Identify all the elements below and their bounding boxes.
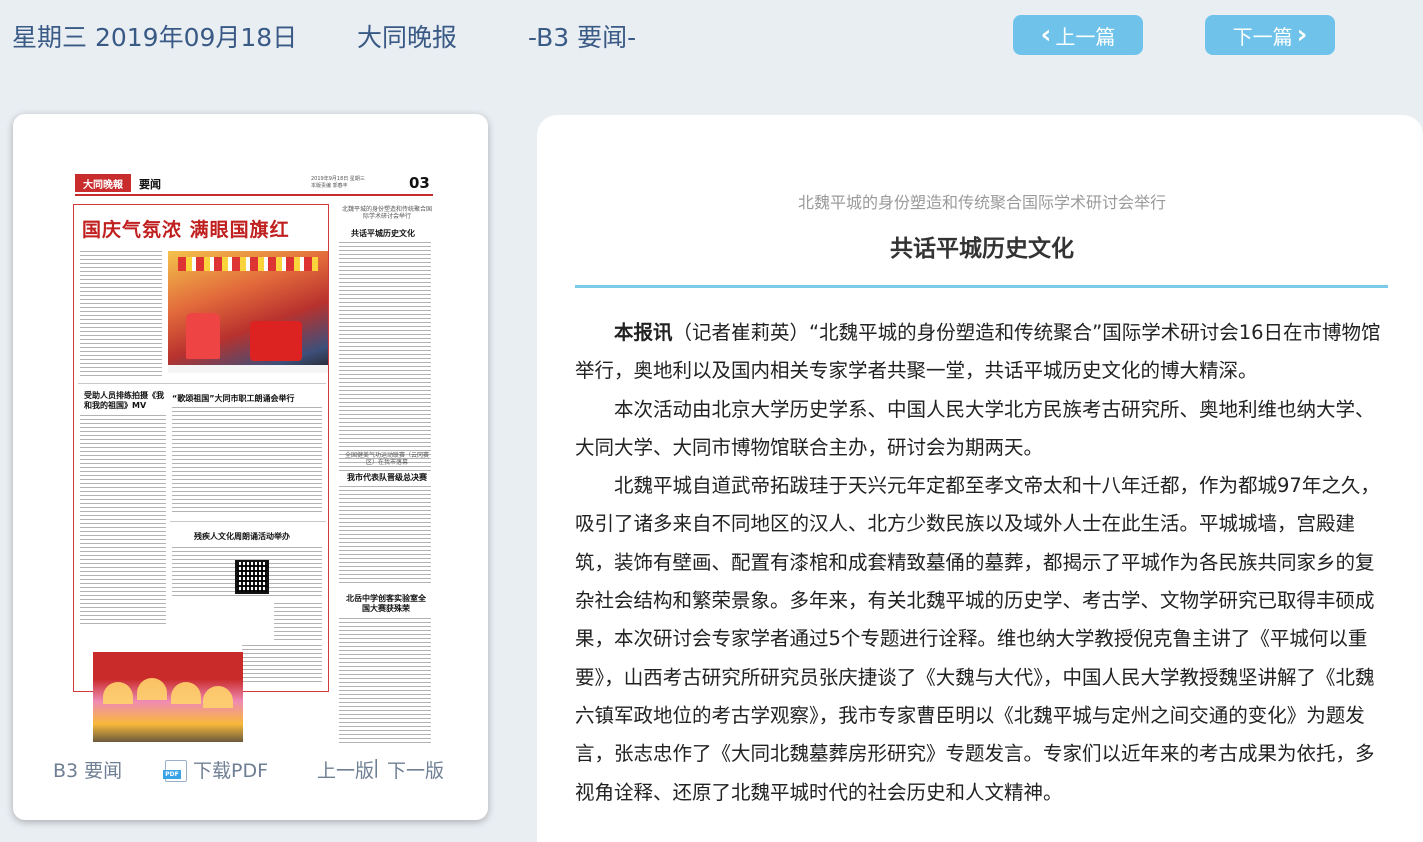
story-heading: “歌颂祖国”大同市职工朗诵会举行 bbox=[172, 394, 295, 403]
text-block bbox=[339, 486, 431, 586]
chevron-right-icon: › bbox=[1296, 20, 1308, 50]
thumbnail-section: 要闻 bbox=[139, 178, 161, 191]
top-bar: 星期三 2019年09月18日 大同晚报 -B3 要闻- ‹ 上一篇 下一篇 › bbox=[0, 0, 1423, 72]
story-heading: 北岳中学创客实验室全国大赛获殊荣 bbox=[346, 594, 426, 613]
story-kicker: 北魏平城的身份塑造和传统聚合国际学术研讨会举行 bbox=[341, 206, 432, 220]
article-title: 共话平城历史文化 bbox=[890, 236, 1074, 262]
link-separator: | bbox=[373, 756, 380, 778]
fan-dance-photo bbox=[93, 652, 243, 742]
text-block bbox=[172, 407, 322, 515]
chevron-left-icon: ‹ bbox=[1040, 20, 1052, 50]
story-heading: 共话平城历史文化 bbox=[351, 229, 415, 238]
previous-article-label: 上一篇 bbox=[1055, 24, 1116, 49]
previous-edition-link[interactable]: 上一版 bbox=[317, 756, 374, 783]
text-block bbox=[242, 645, 322, 685]
previous-article-button[interactable]: ‹ 上一篇 bbox=[1013, 15, 1143, 55]
thumbnail-page-number: 03 bbox=[409, 174, 430, 192]
download-pdf-link[interactable]: 下载PDF bbox=[193, 756, 268, 783]
title-divider bbox=[575, 285, 1388, 288]
text-block bbox=[80, 415, 166, 625]
side-column: 北魏平城的身份塑造和传统聚合国际学术研讨会举行 共话平城历史文化 全国健美气功运… bbox=[337, 204, 433, 744]
page-preview-footer: B3 要闻 PDF 下载PDF 上一版 | 下一版 bbox=[13, 754, 488, 788]
text-block bbox=[339, 618, 431, 744]
section-label: -B3 要闻- bbox=[528, 23, 637, 52]
qr-code-icon bbox=[235, 560, 269, 594]
next-edition-link[interactable]: 下一版 bbox=[387, 756, 444, 783]
newspaper-logo: 大同晚報 bbox=[75, 174, 131, 192]
masthead-rule bbox=[75, 194, 433, 196]
article-paragraph: 本报讯（记者崔莉英）“北魏平城的身份塑造和传统聚合”国际学术研讨会16日在市博物… bbox=[575, 321, 1381, 383]
thumbnail-headline: 国庆气氛浓 满眼国旗红 bbox=[82, 219, 290, 241]
text-block bbox=[274, 603, 322, 643]
issue-date: 星期三 2019年09月18日 bbox=[12, 23, 298, 52]
next-article-label: 下一篇 bbox=[1232, 24, 1293, 49]
article-paragraph: 本次活动由北京大学历史学系、中国人民大学北方民族考古研究所、奥地利维也纳大学、大… bbox=[575, 397, 1375, 459]
page-preview-card: 大同晚報 要闻 2019年9月18日 星期三 本版责编 郭春丰 03 国庆气氛浓… bbox=[13, 114, 488, 820]
article-body: 本报讯（记者崔莉英）“北魏平城的身份塑造和传统聚合”国际学术研讨会16日在市博物… bbox=[575, 314, 1390, 812]
section-link[interactable]: B3 要闻 bbox=[53, 756, 122, 783]
page-thumbnail[interactable]: 大同晚報 要闻 2019年9月18日 星期三 本版责编 郭春丰 03 国庆气氛浓… bbox=[57, 164, 441, 744]
text-block bbox=[80, 251, 162, 377]
paper-name: 大同晚报 bbox=[357, 23, 458, 52]
pdf-icon: PDF bbox=[163, 760, 187, 782]
thumbnail-masthead: 大同晚報 要闻 2019年9月18日 星期三 本版责编 郭春丰 03 bbox=[75, 174, 433, 194]
next-article-button[interactable]: 下一篇 › bbox=[1205, 15, 1335, 55]
story-heading: 受助人员排练拍摄《我和我的祖国》MV bbox=[84, 391, 164, 410]
flag-shop-photo bbox=[168, 251, 328, 373]
article-subtitle: 北魏平城的身份塑造和传统聚合国际学术研讨会举行 bbox=[797, 193, 1166, 212]
thumbnail-editor: 本版责编 郭春丰 bbox=[311, 183, 348, 189]
main-story-frame: 国庆气氛浓 满眼国旗红 受助人员排练拍摄《我和我的祖国》MV “歌颂祖国”大同市… bbox=[73, 204, 329, 692]
story-heading: 我市代表队晋级总决赛 bbox=[347, 473, 427, 482]
dateline: 本报讯 bbox=[614, 321, 673, 344]
story-kicker: 全国健美气功运动联赛（云冈赛区）在我市落幕 bbox=[345, 452, 430, 466]
article-paragraph: 北魏平城自道武帝拓跋珪于天兴元年定都至孝文帝太和十八年迁都，作为都城97年之久，… bbox=[575, 474, 1380, 804]
text-block bbox=[339, 242, 431, 472]
article-card: 北魏平城的身份塑造和传统聚合国际学术研讨会举行 共话平城历史文化 本报讯（记者崔… bbox=[537, 115, 1423, 842]
thumbnail-date: 2019年9月18日 星期三 bbox=[311, 176, 365, 182]
story-heading: 残疾人文化周朗诵活动举办 bbox=[194, 532, 290, 541]
